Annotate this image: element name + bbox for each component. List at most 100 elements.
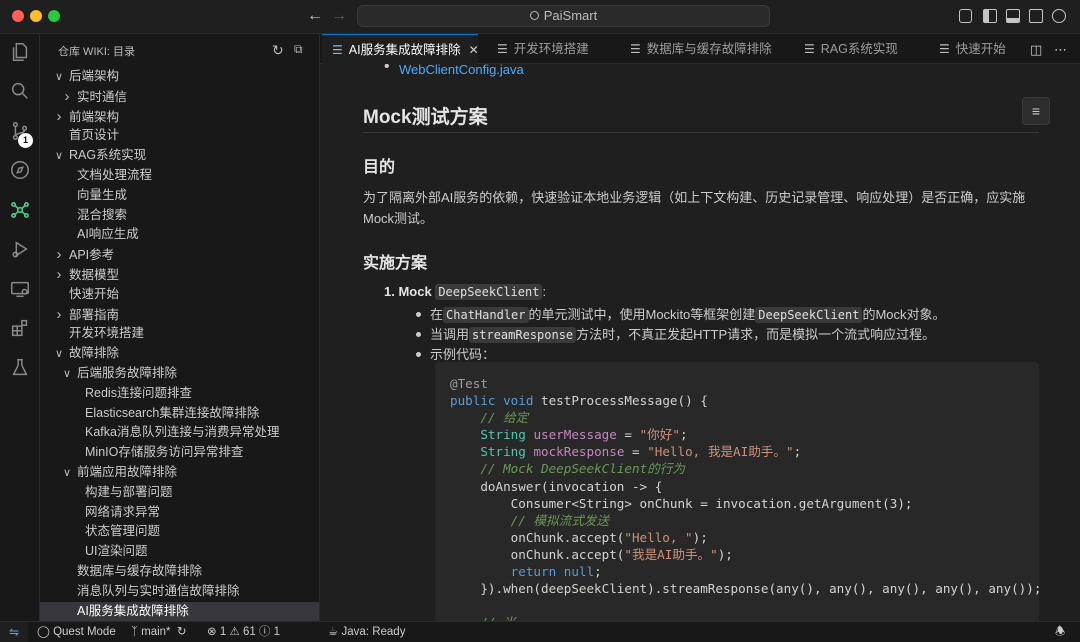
tree-item[interactable]: Elasticsearch集群连接故障排除 bbox=[40, 404, 319, 424]
more-actions-icon[interactable]: ⋯ bbox=[1054, 42, 1067, 58]
close-tab-icon[interactable]: ✕ bbox=[469, 35, 479, 65]
run-debug-icon[interactable] bbox=[9, 238, 31, 260]
close-window-button[interactable] bbox=[12, 10, 24, 22]
file-link[interactable]: WebClientConfig.java bbox=[399, 64, 524, 77]
markdown-preview-icon: ☰ bbox=[497, 42, 508, 56]
code-content: @Test public void testProcessMessage() {… bbox=[450, 376, 1039, 621]
tree-item-label: 后端架构 bbox=[69, 69, 120, 83]
remote-explorer-icon[interactable] bbox=[9, 278, 31, 300]
customize-layout-icon[interactable] bbox=[959, 9, 972, 23]
tree-item[interactable]: 网络请求异常 bbox=[40, 503, 319, 523]
editor-tabs: ☰ AI服务集成故障排除 ✕ ☰ 开发环境搭建 ☰ 数据库与缓存故障排除 ☰ RAG系统实… bbox=[320, 34, 1080, 64]
inline-code: DeepSeekClient bbox=[755, 307, 863, 323]
tree-item[interactable]: 数据库与缓存故障排除 bbox=[40, 562, 319, 582]
markdown-preview: • WebClientConfig.java Mock测试方案 ≡ 目的 为了隔… bbox=[320, 64, 1080, 621]
tree-item-label: UI渲染问题 bbox=[85, 544, 148, 559]
tree-item[interactable]: › 实时通信 bbox=[40, 87, 319, 107]
tree-item-label: 开发环境搭建 bbox=[69, 326, 145, 341]
tree-item[interactable]: 混合搜索 bbox=[40, 206, 319, 226]
tree-item-label: 后端服务故障排除 bbox=[77, 365, 178, 380]
testing-flask-icon[interactable] bbox=[9, 357, 31, 379]
tree-item[interactable]: 消息队列与实时通信故障排除 bbox=[40, 582, 319, 602]
toggle-sidebar-icon[interactable] bbox=[983, 9, 997, 23]
tree-item[interactable]: 文档处理流程 bbox=[40, 166, 319, 186]
tab-dev-env[interactable]: ☰ 开发环境搭建 bbox=[483, 34, 603, 64]
tree-item[interactable]: ∨ 故障排除 bbox=[40, 344, 319, 364]
chevron-right-icon: › bbox=[56, 107, 62, 125]
tree-item[interactable]: ∨ RAG系统实现 bbox=[40, 146, 319, 166]
minimize-window-button[interactable] bbox=[30, 10, 42, 22]
outline-toggle-icon[interactable]: ≡ bbox=[1022, 97, 1050, 125]
bullet bbox=[416, 312, 421, 317]
tree-item[interactable]: MinIO存储服务访问异常排查 bbox=[40, 443, 319, 463]
list-item-label: 1. Mock bbox=[384, 284, 432, 299]
sidebar-title: 仓库 WIKI: 目录 bbox=[58, 46, 135, 58]
list-item: 在 ChatHandler 的单元测试中，使用Mockito等框架创建 DeepSee… bbox=[416, 304, 946, 323]
tree-item[interactable]: 状态管理问题 bbox=[40, 522, 319, 542]
chevron-down-icon: ∨ bbox=[54, 71, 64, 83]
tree-item[interactable]: › 部署指南 bbox=[40, 305, 319, 325]
tree-item[interactable]: 向量生成 bbox=[40, 186, 319, 206]
tree-item-label: 部署指南 bbox=[69, 307, 120, 322]
sync-icon[interactable]: ↻ bbox=[177, 626, 187, 638]
tree-item[interactable]: › API参考 bbox=[40, 245, 319, 265]
info-icon: ⓘ bbox=[258, 626, 271, 638]
git-branch-item[interactable]: ᛉ main* ↻ bbox=[131, 622, 187, 642]
collapse-all-icon[interactable]: ⧉ bbox=[294, 42, 303, 57]
tab-quick-start[interactable]: ☰ 快速开始 bbox=[925, 34, 1025, 64]
tree-item[interactable]: 快速开始 bbox=[40, 285, 319, 305]
tree-item-label: 前端应用故障排除 bbox=[77, 464, 178, 479]
tree-item[interactable]: 构建与部署问题 bbox=[40, 483, 319, 503]
window-title: PaiSmart bbox=[543, 8, 598, 23]
problems-item[interactable]: ⊗ 1 ⚠ 61 ⓘ 1 bbox=[207, 622, 280, 642]
toggle-panel-icon[interactable] bbox=[1006, 9, 1020, 23]
tree-item-label: 实时通信 bbox=[77, 89, 128, 104]
tree-item-label: Redis连接问题排查 bbox=[85, 385, 192, 400]
compass-icon[interactable] bbox=[9, 159, 31, 181]
extensions-icon[interactable] bbox=[9, 317, 31, 339]
tree-item-label: 混合搜索 bbox=[77, 207, 128, 222]
tab-db-cache[interactable]: ☰ 数据库与缓存故障排除 bbox=[616, 34, 776, 64]
tree-item[interactable]: UI渲染问题 bbox=[40, 542, 319, 562]
tab-ai-service[interactable]: ☰ AI服务集成故障排除 ✕ bbox=[322, 34, 479, 65]
tree-item[interactable]: ∨ 前端应用故障排除 bbox=[40, 463, 319, 483]
java-status-item[interactable]: ☕ Java: Ready bbox=[328, 622, 405, 642]
back-arrow-icon[interactable]: ← bbox=[307, 7, 323, 25]
toggle-secondary-sidebar-icon[interactable] bbox=[1029, 9, 1043, 23]
tree-item-label: 消息队列与实时通信故障排除 bbox=[77, 583, 240, 598]
notifications-icon[interactable]: 🕭 bbox=[1055, 622, 1065, 642]
tab-rag[interactable]: ☰ RAG系统实现 bbox=[790, 34, 900, 64]
tree-item[interactable]: › 前端架构 bbox=[40, 107, 319, 127]
maximize-window-button[interactable] bbox=[48, 10, 60, 22]
tree-item[interactable]: 首页设计 bbox=[40, 126, 319, 146]
tree-item[interactable]: ∨ 后端服务故障排除 bbox=[40, 364, 319, 384]
tree-item[interactable]: Kafka消息队列连接与消费异常处理 bbox=[40, 423, 319, 443]
tree-item-label: 首页设计 bbox=[69, 128, 120, 143]
quest-mode-item[interactable]: ◯ Quest Mode bbox=[37, 622, 116, 642]
repo-wiki-icon[interactable] bbox=[9, 199, 31, 221]
account-icon[interactable] bbox=[1052, 9, 1066, 23]
remote-indicator-icon[interactable]: ⇋ bbox=[0, 622, 28, 642]
wiki-tree: ∨ 后端架构 › 实时通信 › 前端架构 首页设计 ∨ RAG系统实现 文档处理流程 向量生成 混合搜… bbox=[40, 67, 319, 621]
tree-item-label: API参考 bbox=[69, 248, 115, 263]
search-icon bbox=[529, 11, 539, 20]
chevron-down-icon: ∨ bbox=[62, 367, 72, 380]
chevron-right-icon: › bbox=[64, 87, 70, 105]
explorer-icon[interactable] bbox=[9, 41, 31, 63]
tree-item[interactable]: AI服务集成故障排除 bbox=[40, 601, 319, 621]
search-icon[interactable] bbox=[9, 80, 31, 102]
tree-item[interactable]: AI响应生成 bbox=[40, 225, 319, 245]
inline-code: ChatHandler bbox=[443, 307, 529, 323]
tree-item[interactable]: › 数据模型 bbox=[40, 265, 319, 285]
status-bar: ⇋ ◯ Quest Mode ᛉ main* ↻ ⊗ 1 ⚠ 61 ⓘ 1 ☕ … bbox=[0, 621, 1080, 642]
tree-item-label: RAG系统实现 bbox=[69, 148, 147, 163]
code-block[interactable]: @Test public void testProcessMessage() {… bbox=[435, 362, 1039, 621]
refresh-icon[interactable]: ↻ bbox=[272, 42, 284, 59]
tree-item[interactable]: ∨ 后端架构 bbox=[40, 67, 319, 87]
tree-item[interactable]: Redis连接问题排查 bbox=[40, 384, 319, 404]
command-center-search[interactable]: PaiSmart bbox=[357, 5, 770, 27]
bullet bbox=[416, 332, 421, 337]
tree-item[interactable]: 开发环境搭建 bbox=[40, 324, 319, 344]
split-editor-icon[interactable]: ◫ bbox=[1030, 42, 1042, 58]
forward-arrow-icon[interactable]: → bbox=[331, 7, 347, 25]
